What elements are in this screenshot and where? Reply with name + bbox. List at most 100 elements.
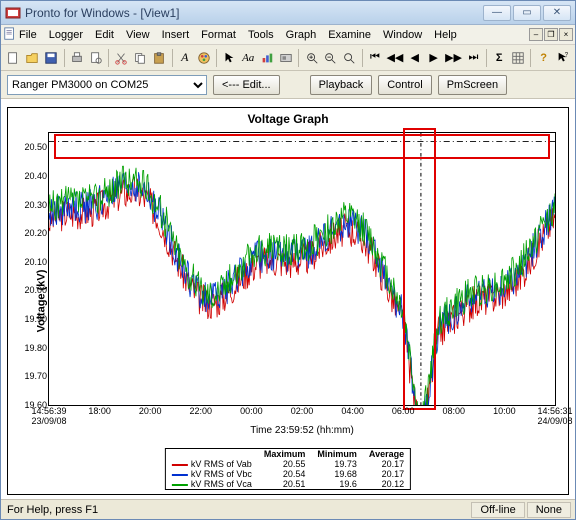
save-button[interactable]: [43, 48, 60, 68]
control-button2[interactable]: Control: [378, 75, 431, 95]
help-button[interactable]: ?: [535, 48, 552, 68]
next-button[interactable]: ▶: [425, 48, 442, 68]
status-connection: Off-line: [471, 502, 524, 518]
x-tick-label: 18:00: [88, 406, 111, 416]
device-select[interactable]: Ranger PM3000 on COM25: [7, 75, 207, 95]
plot-area: Time 23:59:52 (hh:mm) 19.6019.7019.8019.…: [48, 132, 556, 406]
x-tick-label: 04:00: [341, 406, 364, 416]
menu-insert[interactable]: Insert: [162, 29, 190, 41]
mdi-close-button[interactable]: ×: [559, 28, 573, 41]
menu-edit[interactable]: Edit: [95, 29, 114, 41]
toolbar: A Aa ⏮ ◀◀ ◀ ▶ ▶▶ ⏭ Σ ? ?: [1, 45, 575, 71]
menu-format[interactable]: Format: [201, 29, 236, 41]
sigma-icon: Σ: [496, 52, 503, 64]
menu-tools[interactable]: Tools: [248, 29, 274, 41]
x-tick-label: 06:00: [392, 406, 415, 416]
open-button[interactable]: [24, 48, 41, 68]
zoom-reset-button[interactable]: [341, 48, 358, 68]
forward-icon: ▶▶: [445, 51, 462, 64]
y-tick-label: 20.30: [24, 200, 47, 210]
chart-legend: Maximum Minimum Average kV RMS of Vab 20…: [165, 448, 411, 490]
rewind-button[interactable]: ◀◀: [385, 48, 404, 68]
minimize-button[interactable]: —: [483, 5, 511, 21]
new-button[interactable]: [5, 48, 22, 68]
chart-title: Voltage Graph: [8, 112, 568, 126]
zoom-reset-icon: [342, 51, 356, 65]
legend-row: kV RMS of Vbc 20.54 19.68 20.17: [166, 469, 410, 479]
whatsthis-icon: ?: [556, 51, 570, 65]
print-icon: [70, 51, 84, 65]
forward-button[interactable]: ▶▶: [444, 48, 463, 68]
x-tick-label: 14:56:3124/09/08: [537, 406, 572, 426]
menu-logger[interactable]: Logger: [49, 29, 83, 41]
menu-graph[interactable]: Graph: [286, 29, 317, 41]
chart-svg: [49, 133, 555, 405]
last-button[interactable]: ⏭: [465, 48, 482, 68]
zoom-in-icon: [305, 51, 319, 65]
cut-button[interactable]: [113, 48, 130, 68]
x-tick-label: 10:00: [493, 406, 516, 416]
maximize-button[interactable]: ▭: [513, 5, 541, 21]
prev-button[interactable]: ◀: [406, 48, 423, 68]
x-tick-label: 22:00: [190, 406, 213, 416]
chart-icon: [260, 51, 274, 65]
cut-icon: [114, 51, 128, 65]
first-button[interactable]: ⏮: [367, 48, 384, 68]
grid-button[interactable]: [510, 48, 527, 68]
whatsthis-button[interactable]: ?: [554, 48, 571, 68]
new-icon: [6, 51, 20, 65]
app-icon: [5, 5, 21, 21]
window-title: Pronto for Windows - [View1]: [25, 6, 483, 20]
menu-examine[interactable]: Examine: [328, 29, 371, 41]
sum-button[interactable]: Σ: [491, 48, 508, 68]
mdi-restore-button[interactable]: ❐: [544, 28, 558, 41]
svg-text:?: ?: [564, 51, 568, 58]
font-icon: A: [181, 50, 188, 65]
copy-button[interactable]: [132, 48, 149, 68]
zoom-out-button[interactable]: [322, 48, 339, 68]
x-tick-label: 14:56:3923/09/08: [31, 406, 66, 426]
y-tick-label: 20.50: [24, 142, 47, 152]
help-icon: ?: [540, 52, 547, 64]
print-button[interactable]: [68, 48, 85, 68]
menubar: File Logger Edit View Insert Format Tool…: [1, 25, 575, 45]
font-button[interactable]: A: [176, 48, 193, 68]
color-button[interactable]: [195, 48, 212, 68]
chart-button[interactable]: [259, 48, 276, 68]
pointer-button[interactable]: [221, 48, 238, 68]
menu-window[interactable]: Window: [383, 29, 422, 41]
rewind-icon: ◀◀: [386, 51, 403, 64]
status-bar: For Help, press F1 Off-line None: [1, 499, 575, 519]
chart-panel: Voltage Graph Voltage (kV) Time 23:59:52…: [7, 107, 569, 495]
pmscreen-button[interactable]: PmScreen: [438, 75, 507, 95]
text-icon: Aa: [242, 52, 254, 64]
copy-icon: [133, 51, 147, 65]
x-axis-label: Time 23:59:52 (hh:mm): [49, 425, 555, 436]
legend-col-avg: Average: [363, 449, 410, 459]
control-button[interactable]: [277, 48, 294, 68]
first-icon: ⏮: [370, 51, 380, 64]
menu-view[interactable]: View: [126, 29, 150, 41]
edit-button[interactable]: <--- Edit...: [213, 75, 280, 95]
pointer-icon: [222, 51, 236, 65]
status-mode: None: [527, 502, 571, 518]
menu-help[interactable]: Help: [434, 29, 457, 41]
control-bar: Ranger PM3000 on COM25 <--- Edit... Play…: [1, 71, 575, 99]
content-area: Voltage Graph Voltage (kV) Time 23:59:52…: [1, 99, 575, 499]
legend-row: kV RMS of Vab 20.55 19.73 20.17: [166, 459, 410, 469]
y-tick-label: 20.10: [24, 257, 47, 267]
save-icon: [44, 51, 58, 65]
mdi-minimize-button[interactable]: –: [529, 28, 543, 41]
status-help: For Help, press F1: [5, 504, 469, 516]
paste-icon: [152, 51, 166, 65]
zoom-in-button[interactable]: [303, 48, 320, 68]
x-tick-label: 00:00: [240, 406, 263, 416]
preview-icon: [89, 51, 103, 65]
text-button[interactable]: Aa: [240, 48, 257, 68]
playback-button[interactable]: Playback: [310, 75, 373, 95]
paste-button[interactable]: [151, 48, 168, 68]
preview-button[interactable]: [87, 48, 104, 68]
menu-file[interactable]: File: [19, 29, 37, 41]
prev-icon: ◀: [411, 51, 419, 64]
close-button[interactable]: ✕: [543, 5, 571, 21]
